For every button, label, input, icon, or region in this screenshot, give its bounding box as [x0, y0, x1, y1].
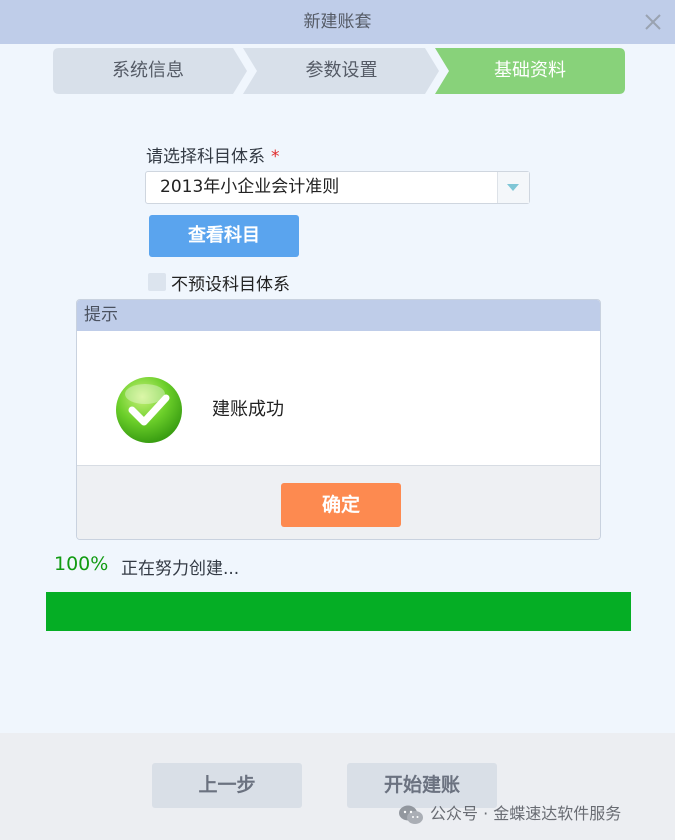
chevron-down-icon — [507, 184, 519, 191]
watermark-text: 公众号 · 金蝶速达软件服务 — [430, 804, 622, 823]
no-preset-checkbox[interactable] — [148, 273, 166, 291]
no-preset-label: 不预设科目体系 — [171, 275, 290, 295]
title-bar: 新建账套 — [0, 0, 675, 44]
modal-body: 建账成功 — [77, 331, 600, 465]
confirm-button[interactable]: 确定 — [281, 483, 401, 527]
account-system-label-text: 请选择科目体系 — [146, 147, 265, 167]
close-icon[interactable] — [641, 10, 665, 34]
new-account-dialog: 新建账套 系统信息 参数设置 基础资料 请选择科目体系 * 2013年小企业会计… — [0, 0, 675, 840]
step-label: 参数设置 — [305, 60, 378, 81]
step-label: 基础资料 — [494, 60, 566, 81]
watermark: 公众号 · 金蝶速达软件服务 — [398, 801, 621, 827]
step-basic-data: 基础资料 — [435, 48, 625, 94]
step-system-info: 系统信息 — [53, 48, 248, 94]
step-parameters: 参数设置 — [243, 48, 440, 94]
step-indicator: 系统信息 参数设置 基础资料 — [53, 48, 625, 94]
modal-message: 建账成功 — [212, 399, 284, 420]
dropdown-toggle[interactable] — [497, 172, 529, 203]
modal-footer: 确定 — [77, 465, 600, 539]
previous-step-button[interactable]: 上一步 — [152, 763, 302, 808]
window-title: 新建账套 — [303, 12, 372, 32]
check-circle-icon — [115, 376, 183, 444]
modal-header: 提示 — [77, 300, 600, 331]
progress-percent: 100% — [54, 553, 109, 575]
prompt-modal: 提示 建账成功 确定 — [76, 299, 601, 540]
step-label: 系统信息 — [112, 60, 184, 81]
account-system-value: 2013年小企业会计准则 — [160, 177, 340, 197]
progress-bar — [46, 592, 631, 631]
account-system-select[interactable]: 2013年小企业会计准则 — [145, 171, 530, 204]
modal-title: 提示 — [84, 305, 118, 325]
progress-status: 正在努力创建... — [121, 559, 240, 579]
progress-fill — [46, 592, 631, 631]
view-accounts-button[interactable]: 查看科目 — [149, 215, 299, 257]
wechat-icon — [399, 805, 423, 824]
account-system-label: 请选择科目体系 * — [146, 142, 280, 167]
required-mark: * — [271, 147, 280, 167]
